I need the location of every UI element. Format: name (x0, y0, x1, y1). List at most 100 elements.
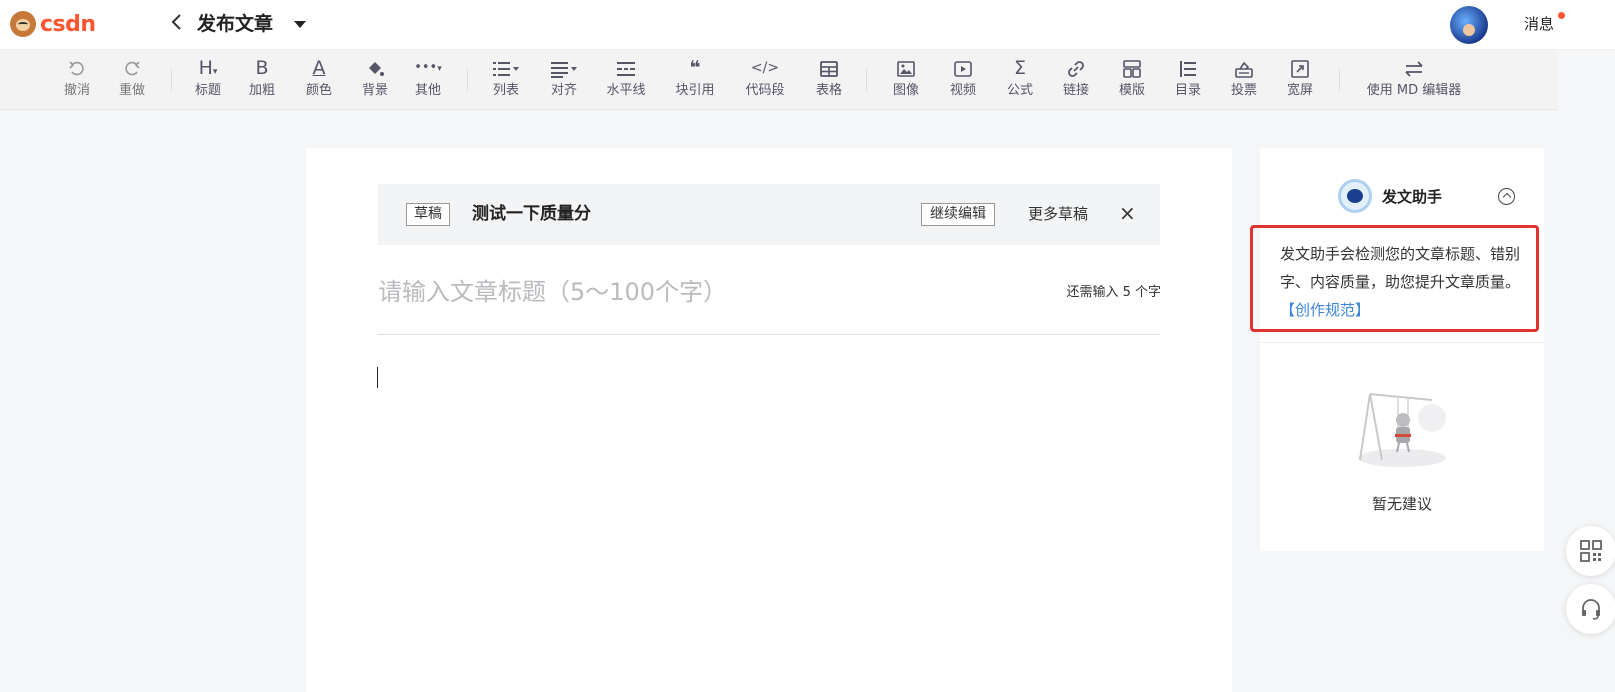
messages-link[interactable]: 消息 (1524, 14, 1554, 34)
widescreen-button[interactable]: 宽屏 (1285, 55, 1315, 105)
vote-icon (1229, 55, 1259, 81)
undo-label: 撤消 (63, 83, 90, 98)
editor-card: 草稿 测试一下质量分 继续编辑 更多草稿 × 还需输入 5 个字 (306, 148, 1232, 692)
toc-icon (1173, 55, 1203, 81)
list-label: 列表 (492, 83, 519, 98)
back-button[interactable] (170, 12, 188, 36)
toc-label: 目录 (1174, 83, 1201, 98)
redo-icon (117, 55, 147, 81)
link-button[interactable]: 链接 (1061, 55, 1091, 105)
collapse-icon[interactable] (1498, 188, 1515, 205)
heading-icon: H▾ (198, 57, 218, 79)
code-icon: </> (750, 60, 780, 76)
assistant-panel: 发文助手 发文助手会检测您的文章标题、错别字、内容质量，助您提升文章质量。【创作… (1250, 148, 1544, 551)
robot-icon (1338, 179, 1372, 213)
title-divider (378, 334, 1160, 335)
customer-service-button[interactable] (1566, 584, 1615, 634)
toolbar-divider (1339, 69, 1340, 91)
switch-editor-icon (1362, 55, 1466, 81)
editor-toolbar: 撤消 重做 H▾ 标题 B 加粗 A 颜色 背景 •••▾ 其他 列表 对齐 水… (0, 51, 1557, 110)
video-label: 视频 (949, 83, 976, 98)
horizontal-rule-button[interactable]: 水平线 (604, 55, 648, 105)
list-button[interactable]: 列表 (489, 55, 523, 105)
font-color-button[interactable]: A 颜色 (304, 55, 334, 105)
assistant-description-box: 发文助手会检测您的文章标题、错别字、内容质量，助您提升文章质量。【创作规范】 (1250, 225, 1539, 332)
undo-button[interactable]: 撤消 (62, 55, 92, 105)
switch-md-editor-button[interactable]: 使用 MD 编辑器 (1362, 55, 1466, 105)
quote-button[interactable]: ❝ 块引用 (674, 55, 716, 105)
toc-button[interactable]: 目录 (1173, 55, 1203, 105)
bold-button[interactable]: B 加粗 (247, 55, 277, 105)
undo-icon (62, 55, 92, 81)
horizontal-rule-icon (604, 55, 648, 81)
bold-label: 加粗 (248, 83, 275, 98)
more-button[interactable]: •••▾ 其他 (411, 55, 445, 105)
background-button[interactable]: 背景 (360, 55, 390, 105)
list-icon (489, 55, 523, 81)
align-button[interactable]: 对齐 (547, 55, 581, 105)
article-title-input[interactable] (378, 272, 1018, 312)
empty-suggestions-text: 暂无建议 (1371, 495, 1432, 513)
toolbar-divider (467, 69, 468, 91)
template-label: 模版 (1118, 83, 1145, 98)
table-button[interactable]: 表格 (814, 55, 844, 105)
align-icon (547, 55, 581, 81)
draft-bar: 草稿 测试一下质量分 继续编辑 更多草稿 × (378, 184, 1160, 245)
template-button[interactable]: 模版 (1117, 55, 1147, 105)
switch-md-editor-label: 使用 MD 编辑器 (1366, 83, 1462, 98)
qr-code-icon (1580, 540, 1602, 562)
code-button[interactable]: </> 代码段 (744, 55, 786, 105)
widescreen-icon (1285, 55, 1315, 81)
redo-button[interactable]: 重做 (117, 55, 147, 105)
image-icon (891, 55, 921, 81)
video-button[interactable]: 视频 (948, 55, 978, 105)
link-label: 链接 (1062, 83, 1089, 98)
more-label: 其他 (414, 83, 441, 98)
template-icon (1117, 55, 1147, 81)
text-caret (377, 367, 378, 388)
page-title: 发布文章 (197, 13, 274, 35)
guidelines-link[interactable]: 【创作规范】 (1280, 301, 1370, 319)
heading-button[interactable]: H▾ 标题 (193, 55, 223, 105)
assistant-description: 发文助手会检测您的文章标题、错别字、内容质量，助您提升文章质量。 (1280, 245, 1521, 291)
logo-text: csdn (40, 11, 96, 37)
panel-divider (1260, 342, 1544, 343)
toolbar-divider (866, 69, 867, 91)
table-icon (814, 55, 844, 81)
widescreen-label: 宽屏 (1286, 83, 1313, 98)
more-drafts-link[interactable]: 更多草稿 (1028, 203, 1088, 226)
align-label: 对齐 (550, 83, 577, 98)
horizontal-rule-label: 水平线 (606, 83, 646, 98)
bold-icon: B (255, 57, 269, 79)
table-label: 表格 (815, 83, 842, 98)
more-icon: •••▾ (414, 60, 442, 75)
toolbar-divider (171, 69, 172, 91)
image-label: 图像 (892, 83, 919, 98)
quote-icon: ❝ (689, 57, 701, 79)
redo-label: 重做 (118, 83, 145, 98)
vote-label: 投票 (1230, 83, 1257, 98)
image-button[interactable]: 图像 (891, 55, 921, 105)
draft-name: 测试一下质量分 (472, 204, 591, 224)
font-color-icon: A (312, 57, 326, 79)
caret-down-icon[interactable] (294, 21, 306, 28)
qr-code-button[interactable] (1566, 526, 1615, 576)
csdn-logo[interactable]: csdn (10, 10, 96, 38)
vote-button[interactable]: 投票 (1229, 55, 1259, 105)
assistant-header: 发文助手 (1338, 178, 1442, 214)
formula-button[interactable]: Σ 公式 (1005, 55, 1035, 105)
quote-label: 块引用 (675, 83, 715, 98)
empty-state-illustration (1358, 393, 1446, 467)
monkey-logo-icon (10, 11, 36, 37)
sigma-icon: Σ (1013, 57, 1026, 79)
font-color-label: 颜色 (305, 83, 332, 98)
code-label: 代码段 (745, 83, 785, 98)
video-icon (948, 55, 978, 81)
top-bar: csdn 发布文章 消息 (0, 0, 1615, 50)
background-label: 背景 (361, 83, 388, 98)
continue-edit-button[interactable]: 继续编辑 (921, 203, 995, 226)
avatar[interactable] (1450, 6, 1488, 44)
notification-dot (1558, 12, 1565, 19)
formula-label: 公式 (1006, 83, 1033, 98)
close-icon[interactable]: × (1119, 201, 1136, 226)
